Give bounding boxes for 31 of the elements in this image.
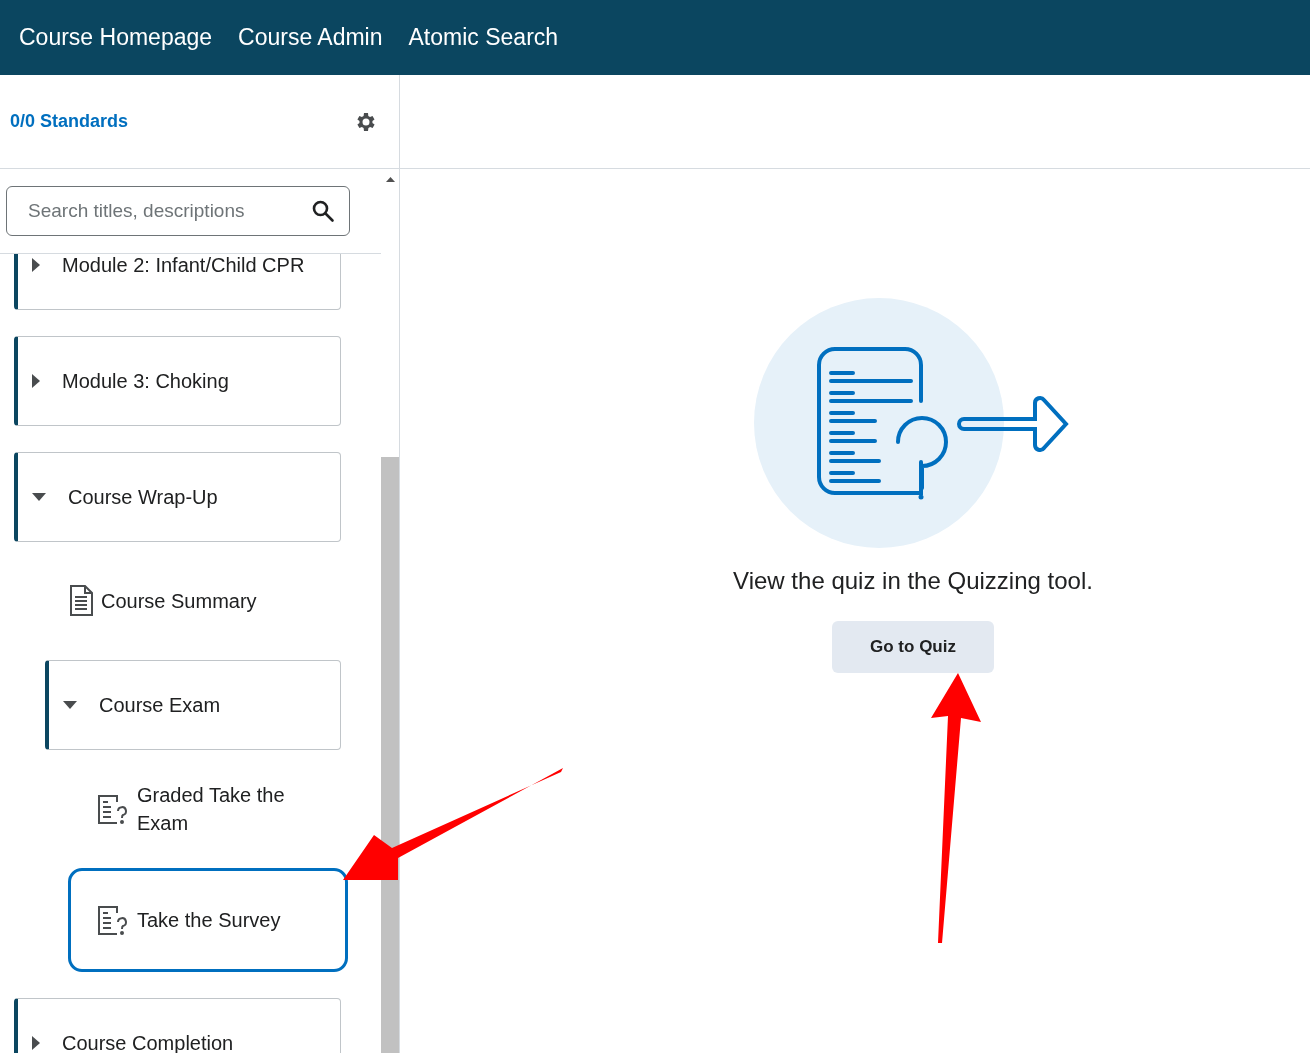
nav-link[interactable]: Atomic Search bbox=[408, 24, 559, 51]
module-title: Course Wrap-Up bbox=[68, 485, 218, 509]
module-card[interactable]: Module 2: Infant/Child CPR bbox=[14, 254, 341, 310]
scrollbar-thumb[interactable] bbox=[381, 457, 399, 1053]
module-title: Course Exam bbox=[99, 693, 221, 717]
caret-down-icon bbox=[32, 493, 46, 501]
caret-right-icon bbox=[32, 1036, 40, 1050]
quiz-icon bbox=[97, 793, 129, 825]
search-box[interactable]: Search titles, descriptions bbox=[6, 186, 350, 236]
go-to-quiz-button[interactable]: Go to Quiz bbox=[832, 621, 994, 673]
caret-right-icon bbox=[32, 374, 40, 388]
caret-down-icon bbox=[63, 701, 77, 709]
nav-link[interactable]: Course Admin bbox=[238, 24, 383, 51]
topic-item[interactable]: Course Summary bbox=[52, 568, 332, 634]
scroll-up-icon[interactable] bbox=[385, 176, 395, 182]
search-icon[interactable] bbox=[311, 199, 335, 223]
nav-link[interactable]: Course Homepage bbox=[19, 24, 213, 51]
document-icon bbox=[69, 585, 93, 617]
module-title: Course Completion bbox=[62, 1031, 234, 1053]
info-message: View the quiz in the Quizzing tool. bbox=[733, 567, 1093, 595]
module-title: Module 3: Choking bbox=[62, 369, 229, 393]
quiz-icon bbox=[97, 904, 129, 936]
module-card[interactable]: Course Exam bbox=[45, 660, 341, 750]
module-card[interactable]: Course Wrap-Up bbox=[14, 452, 341, 542]
topic-item[interactable]: Take the Survey bbox=[68, 868, 348, 972]
standards-link[interactable]: 0/0 Standards bbox=[10, 111, 129, 132]
topic-item[interactable]: Graded Take the Exam bbox=[68, 776, 348, 842]
caret-right-icon bbox=[32, 258, 40, 272]
module-title: Module 2: Infant/Child CPR bbox=[62, 254, 305, 277]
module-card[interactable]: Module 3: Choking bbox=[14, 336, 341, 426]
module-card[interactable]: Course Completion bbox=[14, 998, 341, 1053]
